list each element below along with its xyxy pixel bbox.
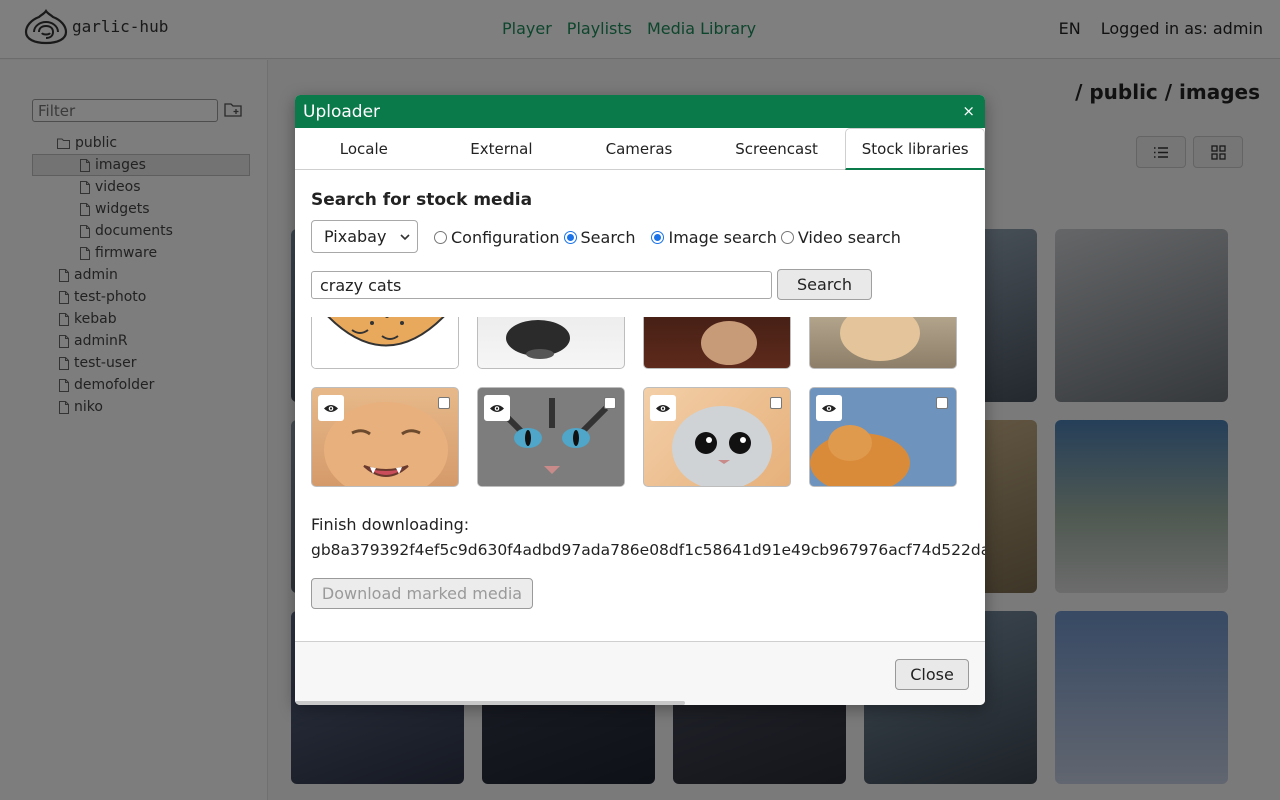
tab-locale[interactable]: Locale (295, 128, 433, 169)
radio-search[interactable]: Search (563, 228, 636, 247)
result-thumbnail[interactable] (311, 317, 459, 369)
result-thumbnail[interactable] (643, 317, 791, 369)
preview-button[interactable] (650, 395, 676, 421)
cartoon-cat-image (312, 317, 458, 368)
mark-checkbox[interactable] (770, 397, 782, 409)
radio-label: Video search (797, 228, 901, 247)
eye-icon (822, 404, 836, 412)
result-thumbnail[interactable] (477, 387, 625, 487)
provider-selected-value: Pixabay (324, 227, 387, 246)
cat-image (701, 321, 757, 365)
tab-cameras[interactable]: Cameras (570, 128, 708, 169)
result-thumbnail[interactable] (311, 387, 459, 487)
result-thumbnail[interactable] (477, 317, 625, 369)
dialog-title: Uploader (303, 101, 381, 122)
eye-icon (656, 404, 670, 412)
result-thumbnail[interactable] (809, 317, 957, 369)
result-thumbnail[interactable] (643, 387, 791, 487)
tab-stock-libraries[interactable]: Stock libraries (845, 128, 985, 170)
radio-label: Image search (668, 228, 777, 247)
radio-button[interactable] (780, 231, 794, 244)
preview-button[interactable] (484, 395, 510, 421)
eye-icon (324, 404, 338, 412)
section-title: Search for stock media (311, 190, 533, 210)
tab-external[interactable]: External (433, 128, 571, 169)
radio-button[interactable] (434, 231, 447, 244)
cat-image (840, 317, 920, 361)
radio-video-search[interactable]: Video search (780, 228, 901, 247)
provider-select[interactable]: Pixabay (311, 220, 418, 253)
radio-label: Configuration (451, 228, 560, 247)
close-icon[interactable]: × (962, 102, 975, 120)
radio-configuration[interactable]: Configuration (434, 228, 560, 247)
dialog-header: Uploader (295, 95, 985, 128)
finish-downloading-value: gb8a379392f4ef5c9d630f4adbd97ada786e08df… (311, 541, 985, 559)
radio-button[interactable] (651, 231, 665, 244)
chevron-down-icon (400, 234, 410, 241)
tab-screencast[interactable]: Screencast (708, 128, 846, 169)
close-button[interactable]: Close (895, 659, 969, 690)
finish-downloading-label: Finish downloading: (311, 515, 470, 534)
preview-button[interactable] (318, 395, 344, 421)
preview-button[interactable] (816, 395, 842, 421)
search-results[interactable] (311, 317, 971, 487)
result-thumbnail[interactable] (809, 387, 957, 487)
radio-image-search[interactable]: Image search (651, 228, 777, 247)
mark-checkbox[interactable] (438, 397, 450, 409)
eye-icon (490, 404, 504, 412)
cat-image (506, 320, 570, 359)
uploader-dialog: Uploader × Locale External Cameras Scree… (295, 95, 985, 705)
search-options: Configuration Search Image search Video … (434, 228, 905, 247)
horizontal-scrollbar[interactable] (295, 701, 685, 705)
radio-button[interactable] (563, 231, 577, 244)
dialog-footer: Close (295, 641, 985, 705)
mark-checkbox[interactable] (604, 397, 616, 409)
download-marked-media-button[interactable]: Download marked media (311, 578, 533, 609)
radio-label: Search (580, 228, 636, 247)
search-button[interactable]: Search (777, 269, 872, 300)
stock-search-input[interactable] (311, 271, 772, 299)
uploader-tabs: Locale External Cameras Screencast Stock… (295, 128, 985, 170)
mark-checkbox[interactable] (936, 397, 948, 409)
stock-libraries-panel: Search for stock media Pixabay Configura… (295, 170, 985, 641)
